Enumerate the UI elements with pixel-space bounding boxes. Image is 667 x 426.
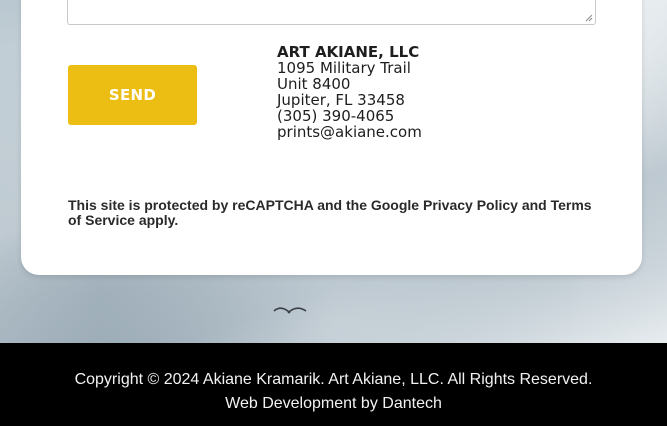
email-link[interactable]: prints@akiane.com bbox=[277, 124, 422, 140]
web-credit: Web Development by Dantech bbox=[0, 395, 667, 413]
recaptcha-suffix: apply. bbox=[134, 212, 179, 228]
city-state-zip: Jupiter, FL 33458 bbox=[277, 91, 405, 109]
phone-number[interactable]: (305) 390-4065 bbox=[277, 108, 422, 124]
copyright-text: Copyright © 2024 Akiane Kramarik. Art Ak… bbox=[74, 371, 593, 388]
dantech-link[interactable]: Dantech bbox=[382, 395, 442, 412]
street-address: 1095 Military Trail bbox=[277, 59, 411, 77]
company-address: ART AKIANE, LLC 1095 Military Trail Unit… bbox=[277, 44, 422, 140]
recaptcha-and: and bbox=[517, 197, 551, 213]
privacy-policy-link[interactable]: Privacy Policy bbox=[423, 197, 518, 213]
recaptcha-prefix: This site is protected by reCAPTCHA and … bbox=[68, 197, 423, 213]
send-button[interactable]: SEND bbox=[68, 65, 197, 125]
unit-number: Unit 8400 bbox=[277, 75, 351, 93]
resize-handle-icon[interactable] bbox=[585, 14, 593, 22]
credit-prefix: Web Development by bbox=[225, 395, 383, 412]
recaptcha-notice: This site is protected by reCAPTCHA and … bbox=[68, 198, 598, 228]
seagull-icon bbox=[273, 307, 307, 314]
company-name: ART AKIANE, LLC bbox=[277, 43, 420, 61]
site-footer: Copyright © 2024 Akiane Kramarik. Art Ak… bbox=[0, 343, 667, 426]
message-textarea[interactable] bbox=[67, 0, 596, 25]
